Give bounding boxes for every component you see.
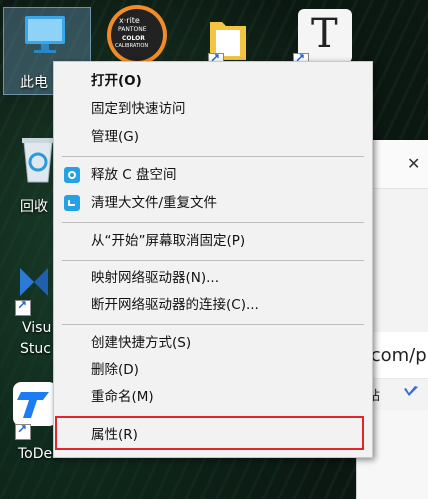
menu-item-label: 重命名(M) bbox=[91, 389, 154, 405]
menu-item-map-network-drive[interactable]: 映射网络驱动器(N)... bbox=[54, 265, 372, 292]
menu-separator bbox=[62, 222, 364, 223]
menu-separator bbox=[62, 324, 364, 325]
menu-separator bbox=[62, 260, 364, 261]
typora-letter: T bbox=[311, 11, 338, 57]
shortcut-arrow-icon bbox=[15, 298, 31, 316]
menu-item-rename[interactable]: 重命名(M) bbox=[54, 384, 372, 411]
context-menu: 打开(O) 固定到快速访问 管理(G) 释放 C 盘空间 清理大文件/重复文件 … bbox=[53, 61, 373, 458]
close-icon[interactable]: ✕ bbox=[407, 154, 420, 173]
files-icon bbox=[64, 195, 80, 211]
computer-icon[interactable] bbox=[20, 12, 70, 62]
xrite-line3: CALIBRATION bbox=[115, 43, 149, 49]
menu-item-disconnect-network-drive[interactable]: 断开网络驱动器的连接(C)... bbox=[54, 292, 372, 319]
menu-item-label: 从“开始”屏幕取消固定(P) bbox=[91, 233, 246, 249]
desktop-icon-label-vs-2[interactable]: Stuc bbox=[20, 341, 51, 357]
properties-highlight-box bbox=[55, 416, 364, 450]
recycle-bin-icon[interactable] bbox=[18, 134, 58, 184]
todesk-logo-icon bbox=[17, 392, 49, 418]
visual-studio-icon[interactable] bbox=[14, 262, 54, 302]
menu-item-free-c-space[interactable]: 释放 C 盘空间 bbox=[54, 162, 372, 189]
bookmark-icon[interactable] bbox=[403, 386, 419, 400]
todesk-icon[interactable] bbox=[13, 382, 57, 426]
shortcut-arrow-icon bbox=[15, 422, 31, 440]
menu-item-unpin-start[interactable]: 从“开始”屏幕取消固定(P) bbox=[54, 228, 372, 255]
menu-item-label: 创建快捷方式(S) bbox=[91, 335, 192, 351]
desktop-icon-label-recycle[interactable]: 回收 bbox=[20, 196, 48, 216]
desktop-icon-label-computer[interactable]: 此电 bbox=[20, 72, 48, 92]
menu-item-label: 固定到快速访问 bbox=[91, 101, 186, 117]
menu-item-open[interactable]: 打开(O) bbox=[54, 68, 372, 95]
menu-item-label: 断开网络驱动器的连接(C)... bbox=[91, 297, 259, 313]
desktop-icon-label-vs-1[interactable]: Visu bbox=[22, 320, 51, 336]
menu-item-delete[interactable]: 删除(D) bbox=[54, 357, 372, 384]
menu-item-label: 释放 C 盘空间 bbox=[91, 167, 177, 183]
menu-item-label: 打开(O) bbox=[91, 73, 142, 89]
xrite-app-icon[interactable]: x·rite PANTONE COLOR CALIBRATION bbox=[107, 5, 167, 65]
address-bar-url: .com/pr bbox=[365, 345, 428, 366]
menu-item-create-shortcut[interactable]: 创建快捷方式(S) bbox=[54, 330, 372, 357]
menu-item-label: 清理大文件/重复文件 bbox=[91, 195, 218, 211]
xrite-brand: x·rite bbox=[119, 16, 140, 25]
xrite-line2: COLOR bbox=[122, 35, 145, 42]
menu-item-manage[interactable]: 管理(G) bbox=[54, 124, 372, 151]
menu-item-clean-large-files[interactable]: 清理大文件/重复文件 bbox=[54, 190, 372, 217]
menu-item-pin-quick-access[interactable]: 固定到快速访问 bbox=[54, 96, 372, 123]
menu-separator bbox=[62, 156, 364, 157]
menu-item-label: 映射网络驱动器(N)... bbox=[91, 270, 220, 286]
menu-item-label: 删除(D) bbox=[91, 362, 139, 378]
cleanup-icon bbox=[64, 167, 80, 183]
menu-item-label: 管理(G) bbox=[91, 129, 139, 145]
xrite-line1: PANTONE bbox=[118, 26, 147, 33]
